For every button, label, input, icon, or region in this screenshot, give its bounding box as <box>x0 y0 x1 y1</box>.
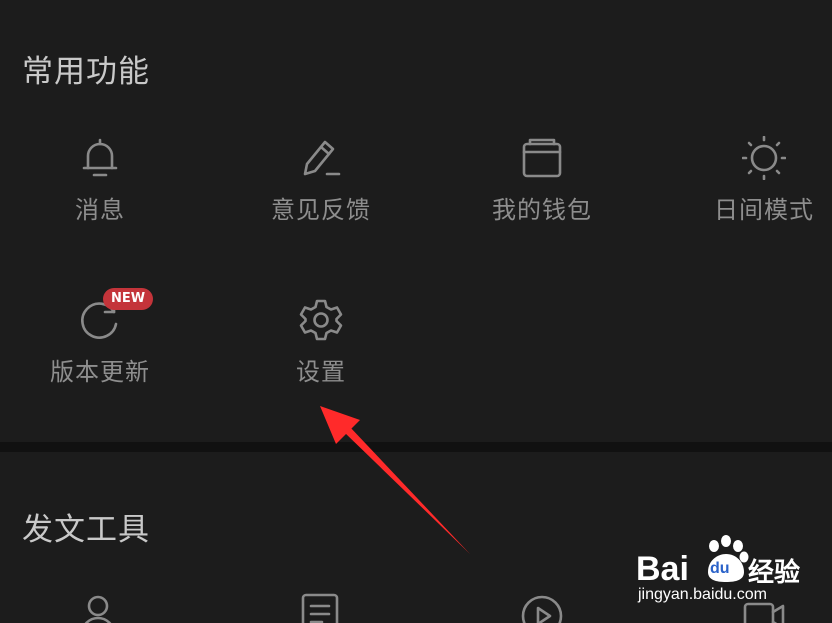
section-title-publishing: 发文工具 <box>22 512 150 548</box>
common-functions-section: 常用功能 消息 意见反馈 我的钱包 日间模式 NEW 版本更新 设置 <box>0 0 832 442</box>
sun-icon <box>742 136 786 180</box>
user-icon[interactable] <box>76 592 120 623</box>
gear-icon <box>299 298 343 342</box>
play-icon[interactable] <box>520 592 564 623</box>
settings-label: 设置 <box>296 358 346 386</box>
watermark-product: 经验 <box>748 558 801 588</box>
wallet-button[interactable]: 我的钱包 <box>442 136 642 246</box>
watermark-url: jingyan.baidu.com <box>638 586 767 603</box>
feedback-label: 意见反馈 <box>271 196 371 224</box>
edit-pen-icon <box>299 136 343 180</box>
watermark-brand: Bai <box>636 550 689 588</box>
wallet-label: 我的钱包 <box>492 196 592 224</box>
app-screen: 常用功能 消息 意见反馈 我的钱包 日间模式 NEW 版本更新 设置 发文工具 … <box>0 0 832 623</box>
section-divider <box>0 442 832 452</box>
messages-button[interactable]: 消息 <box>0 136 200 246</box>
day-mode-label: 日间模式 <box>714 196 814 224</box>
baidu-jingyan-watermark: Bai du 经验 jingyan.baidu.com <box>632 530 822 610</box>
watermark-du: du <box>710 560 730 577</box>
wallet-icon <box>520 136 564 180</box>
version-update-label: 版本更新 <box>50 358 150 386</box>
feedback-button[interactable]: 意见反馈 <box>221 136 421 246</box>
document-icon[interactable] <box>298 592 342 623</box>
new-badge: NEW <box>103 288 154 310</box>
settings-button[interactable]: 设置 <box>221 298 421 408</box>
version-update-button[interactable]: NEW 版本更新 <box>0 288 200 408</box>
messages-label: 消息 <box>75 196 125 224</box>
bell-icon <box>78 136 122 180</box>
section-title-common: 常用功能 <box>22 54 150 90</box>
day-mode-button[interactable]: 日间模式 <box>664 136 832 246</box>
